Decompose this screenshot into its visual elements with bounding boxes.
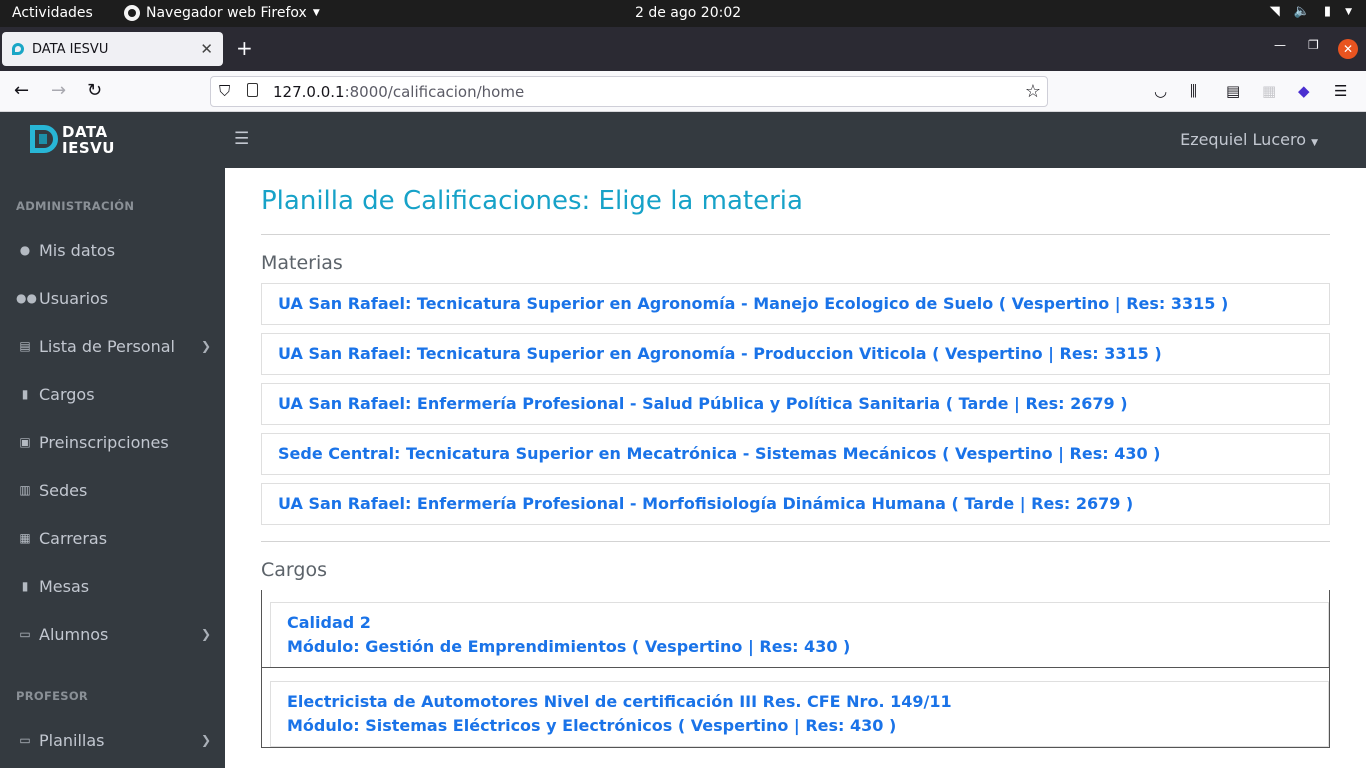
sidebar-item-mesas[interactable]: ▮ Mesas [16,572,211,600]
library-icon[interactable]: ⫼ [1190,82,1197,100]
browser-navbar: ← → ↻ ⛉ 127.0.0.1:8000/calificacion/home… [0,71,1366,112]
table-icon: ▭ [19,733,31,747]
sidebar-section-admin: ADMINISTRACIÓN [16,199,135,213]
materias-heading: Materias [261,252,343,274]
sidebar-item-cargos[interactable]: ▮ Cargos [16,380,211,408]
sidebar-item-lista-personal[interactable]: ▤ Lista de Personal ❯ [16,332,211,360]
chevron-right-icon: ❯ [200,339,211,353]
sidebar-item-mis-datos[interactable]: ● Mis datos [16,236,211,264]
caret-down-icon: ▼ [312,8,320,18]
cargo-title: Calidad 2 [287,613,371,632]
users-icon: ●● [16,291,37,305]
volume-icon: 🔈 [1293,4,1310,19]
clock[interactable]: 2 de ago 20:02 [635,5,741,21]
materia-link[interactable]: Sede Central: Tecnicatura Superior en Me… [261,433,1330,475]
caret-down-icon: ▼ [1345,6,1352,17]
sidebar: DATA IESVU ADMINISTRACIÓN ● Mis datos ●●… [0,112,225,768]
extension-cube-icon[interactable]: ◆ [1298,82,1310,100]
shield-icon[interactable]: ⛉ [219,82,230,100]
maximize-icon[interactable]: ❐ [1308,38,1319,52]
clipboard-icon: ▤ [19,339,31,353]
chevron-right-icon: ❯ [200,627,211,641]
sidebar-item-alumnos[interactable]: ▭ Alumnos ❯ [16,620,211,648]
table-icon: ▭ [19,627,31,641]
url-text[interactable]: 127.0.0.1:8000/calificacion/home [273,83,524,101]
sidebar-item-planillas[interactable]: ▭ Planillas ❯ [16,726,211,754]
sidebar-item-carreras[interactable]: ▦ Carreras [16,524,211,552]
minimize-icon[interactable]: — [1274,38,1286,52]
file-icon: ▮ [21,579,29,593]
browser-tab[interactable]: DATA IESVU ✕ [2,32,223,66]
cargos-list: Calidad 2 Módulo: Gestión de Emprendimie… [261,590,1330,748]
favicon-icon [12,43,24,55]
extension-icon[interactable]: ▦ [1262,82,1276,100]
materia-link[interactable]: UA San Rafael: Tecnicatura Superior en A… [261,333,1330,375]
app-header: ☰ Ezequiel Lucero ▼ [225,112,1366,168]
hamburger-menu-icon[interactable]: ☰ [234,129,249,149]
caret-down-icon: ▼ [1311,138,1318,148]
building-icon: ▦ [19,531,31,545]
sidebar-item-sedes[interactable]: ▥ Sedes [16,476,211,504]
divider [261,234,1330,235]
wifi-icon: ◥ [1269,4,1280,19]
activities-button[interactable]: Actividades [12,5,93,21]
sidebar-item-usuarios[interactable]: ●● Usuarios [16,284,211,312]
user-circle-icon: ● [19,243,31,257]
city-icon: ▥ [19,483,31,497]
user-menu[interactable]: Ezequiel Lucero ▼ [1180,130,1318,149]
app-name: Navegador web Firefox [146,5,307,21]
os-top-bar: Actividades Navegador web Firefox ▼ 2 de… [0,0,1366,27]
tab-title: DATA IESVU [32,41,109,57]
browser-tab-strip: DATA IESVU ✕ [0,27,1366,71]
close-tab-icon[interactable]: ✕ [200,40,213,58]
logo-icon [30,125,58,153]
new-tab-button[interactable]: + [236,36,253,60]
reload-icon[interactable]: ↻ [87,80,102,101]
page-title: Planilla de Calificaciones: Elige la mat… [261,186,803,216]
app-menu[interactable]: Navegador web Firefox ▼ [124,5,320,21]
close-window-icon[interactable]: ✕ [1338,39,1358,59]
sidebar-section-profesor: PROFESOR [16,689,89,703]
materia-link[interactable]: UA San Rafael: Enfermería Profesional - … [261,383,1330,425]
sidebar-toggle-icon[interactable]: ▤ [1226,82,1240,100]
cargo-module: Módulo: Gestión de Emprendimientos ( Ves… [287,637,851,656]
battery-icon: ▮ [1323,4,1332,19]
id-card-icon: ▣ [19,435,31,449]
cargo-title: Electricista de Automotores Nivel de cer… [287,692,952,711]
forward-arrow-icon[interactable]: → [51,80,66,101]
bookmark-star-icon[interactable]: ☆ [1025,81,1041,102]
sidebar-item-preinscripciones[interactable]: ▣ Preinscripciones [16,428,211,456]
materia-link[interactable]: UA San Rafael: Enfermería Profesional - … [261,483,1330,525]
divider [262,667,1329,668]
file-icon: ▮ [21,387,29,401]
materia-link[interactable]: UA San Rafael: Tecnicatura Superior en A… [261,283,1330,325]
divider [261,541,1330,542]
chevron-right-icon: ❯ [200,733,211,747]
cargo-module: Módulo: Sistemas Eléctricos y Electrónic… [287,716,897,735]
url-bar[interactable]: ⛉ 127.0.0.1:8000/calificacion/home ☆ [210,76,1048,107]
menu-icon[interactable]: ☰ [1334,82,1347,100]
system-tray[interactable]: ◥ 🔈 ▮ ▼ [1270,4,1352,19]
page-icon[interactable] [247,83,258,97]
cargo-link[interactable]: Calidad 2 Módulo: Gestión de Emprendimie… [270,602,1329,668]
cargos-heading: Cargos [261,559,327,581]
firefox-icon [124,5,140,21]
cargo-link[interactable]: Electricista de Automotores Nivel de cer… [270,681,1329,747]
main-content: Planilla de Calificaciones: Elige la mat… [225,168,1366,768]
pocket-icon[interactable]: ◡ [1154,82,1167,100]
back-arrow-icon[interactable]: ← [14,80,29,101]
